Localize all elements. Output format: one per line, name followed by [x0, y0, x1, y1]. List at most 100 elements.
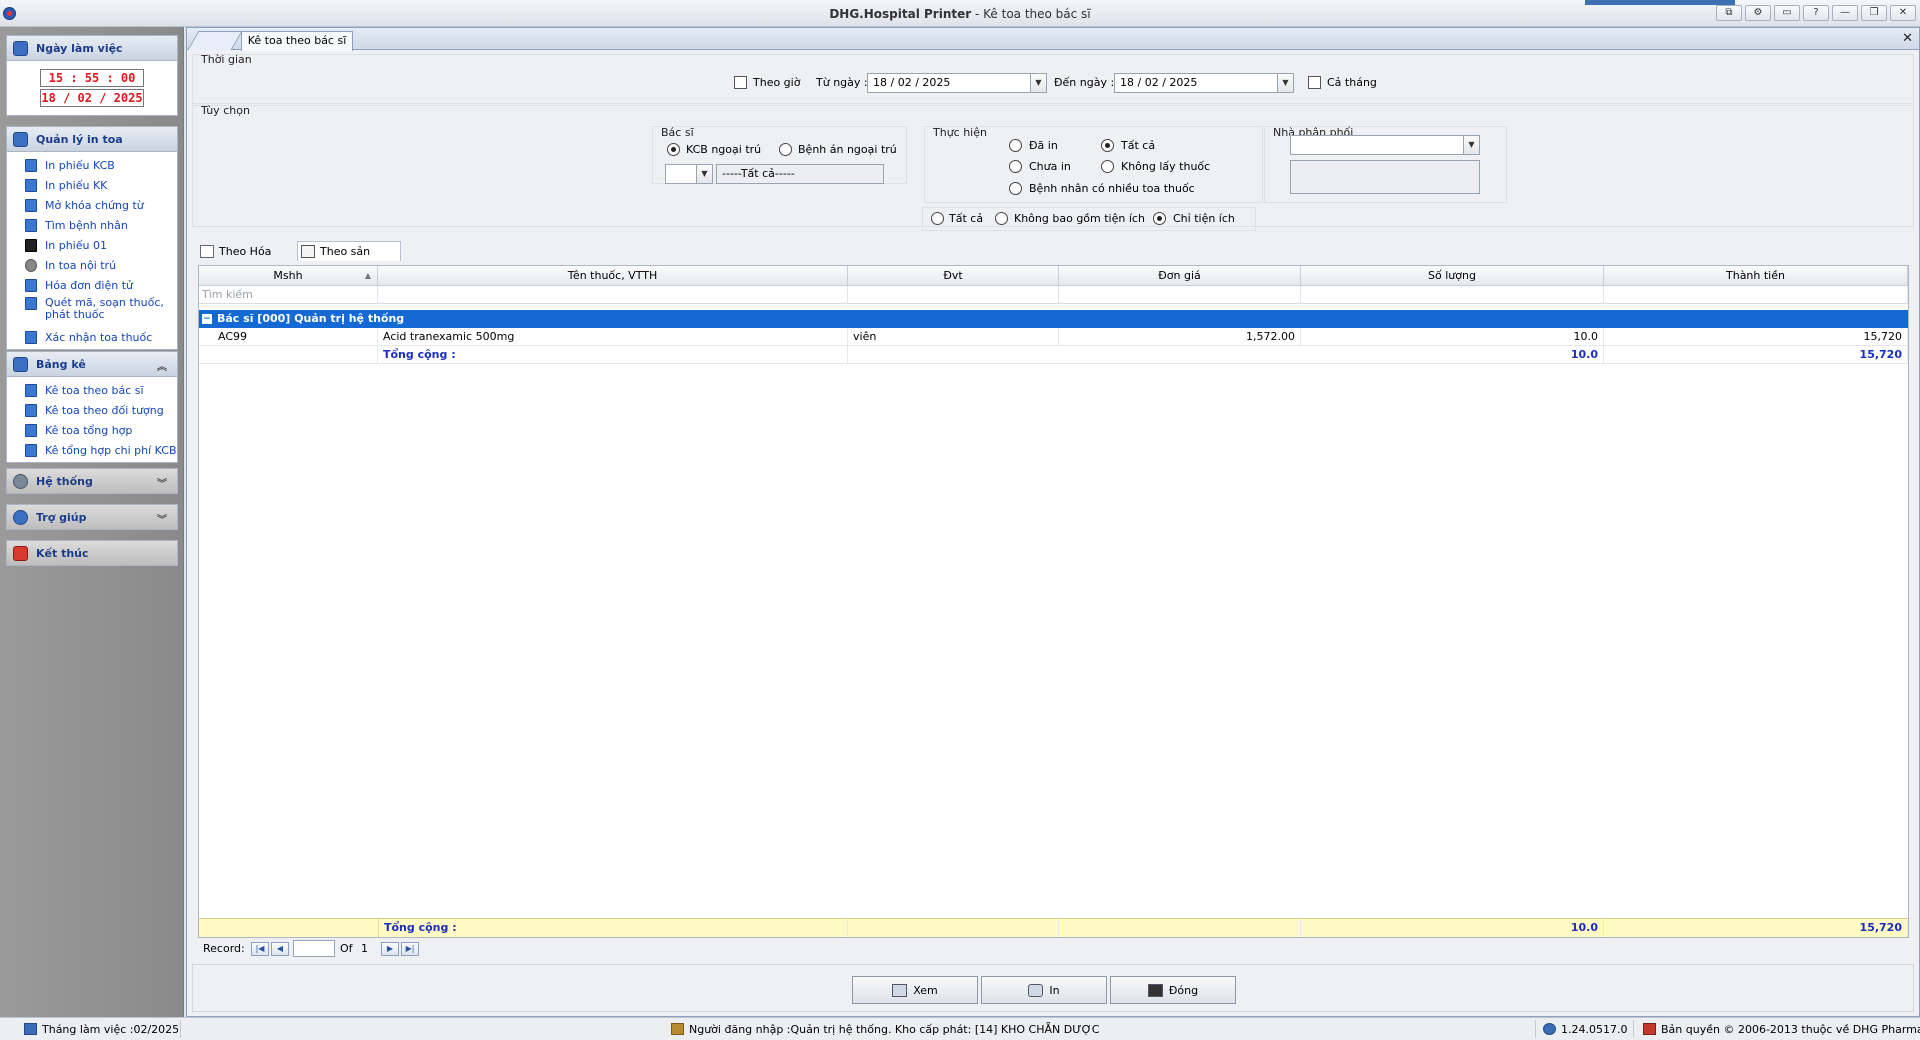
report-icon	[13, 356, 28, 372]
workday-header[interactable]: Ngày làm việc	[6, 35, 178, 61]
exec-all-radio[interactable]	[1101, 139, 1114, 152]
first-record-icon[interactable]: |◀	[251, 942, 269, 956]
whole-month-checkbox[interactable]	[1308, 76, 1321, 89]
exit-header[interactable]: Kết thúc	[6, 540, 178, 566]
prev-record-icon[interactable]: ◀	[271, 942, 289, 956]
cell-mshh: AC99	[213, 328, 378, 346]
sidebar-item-form01[interactable]: In phiếu 01	[7, 235, 177, 255]
by-hour-checkbox[interactable]	[734, 76, 747, 89]
print-button[interactable]: In	[981, 976, 1107, 1004]
chevron-up-icon[interactable]: ︽	[157, 358, 167, 373]
no-take-radio[interactable]	[1101, 160, 1114, 173]
sidebar-item-label: Kê toa theo đối tượng	[45, 403, 164, 417]
users-icon	[671, 1023, 684, 1035]
utility-all-label: Tất cả	[949, 212, 984, 225]
tab-by-product[interactable]: Theo sản phẩm	[297, 241, 401, 278]
chevron-down-icon[interactable]: ▼	[696, 165, 712, 183]
close-button[interactable]: Đóng	[1110, 976, 1236, 1004]
window-layout-icon[interactable]: ▭	[1774, 5, 1800, 21]
version-status: 1.24.0517.0	[1543, 1023, 1627, 1036]
minimize-button[interactable]: —	[1832, 5, 1858, 21]
chevron-down-icon[interactable]: ︾	[157, 475, 167, 490]
sidebar-item-cost-summary[interactable]: Kê tổng hợp chi phí KCB	[7, 440, 177, 460]
search-cell[interactable]	[1604, 286, 1908, 304]
column-header-mshh[interactable]: Mshh ▲	[199, 266, 378, 286]
help-button[interactable]: ?	[1803, 5, 1829, 21]
record-total: 1	[361, 942, 368, 955]
window-cascade-icon[interactable]: ⧉	[1716, 5, 1742, 21]
sidebar-item-einvoice[interactable]: Hóa đơn điện tử	[7, 275, 177, 295]
column-header-price[interactable]: Đơn giá	[1059, 266, 1301, 286]
calendar-dropdown-icon[interactable]: ▼	[1030, 74, 1046, 92]
distributor-select[interactable]: ▼	[1290, 135, 1480, 155]
utility-group: Tất cả Không bao gồm tiện ích Chỉ tiện í…	[922, 207, 1256, 231]
search-cell[interactable]: Tìm kiếm	[199, 286, 378, 304]
reports-header[interactable]: Bảng kê ︽	[6, 351, 178, 377]
restore-button[interactable]: ❐	[1861, 5, 1887, 21]
sidebar-item-kk[interactable]: In phiếu KK	[7, 175, 177, 195]
help-header[interactable]: Trợ giúp ︾	[6, 504, 178, 530]
last-record-icon[interactable]: ▶|	[401, 942, 419, 956]
tab-doctor-report[interactable]: Kê toa theo bác sĩ	[241, 31, 353, 51]
doctor-name-field[interactable]: -----Tất cả-----	[716, 164, 884, 184]
exclude-utility-radio[interactable]	[995, 212, 1008, 225]
sidebar-item-scan[interactable]: Quét mã, soạn thuốc, phát thuốc	[7, 295, 177, 327]
view-button[interactable]: Xem	[852, 976, 978, 1004]
time-group-label: Thời gian	[201, 53, 252, 66]
sidebar-item-summary[interactable]: Kê toa tổng hợp	[7, 420, 177, 440]
status-bar: Tháng làm việc :02/2025 Người đăng nhập …	[0, 1017, 1920, 1040]
workday-title: Ngày làm việc	[36, 41, 123, 55]
search-cell[interactable]	[848, 286, 1059, 304]
kcb-outpatient-radio[interactable]	[667, 143, 680, 156]
sidebar-item-by-object[interactable]: Kê toa theo đối tượng	[7, 400, 177, 420]
printed-radio[interactable]	[1009, 139, 1022, 152]
sidebar-item-label: Kê tổng hợp chi phí KCB	[45, 443, 177, 457]
calendar-dropdown-icon[interactable]: ▼	[1277, 74, 1293, 92]
from-date-field[interactable]: 18 / 02 / 2025 ▼	[867, 73, 1047, 93]
column-header-total[interactable]: Thành tiền	[1604, 266, 1908, 286]
tab-by-invoice[interactable]: Theo Hóa đơn	[197, 242, 295, 278]
sidebar-item-inpatient[interactable]: In toa nội trú	[7, 255, 177, 275]
doctor-name-value: -----Tất cả-----	[722, 167, 795, 180]
doctor-group-row[interactable]: − Bác sĩ [000] Quản trị hệ thống	[199, 310, 1908, 328]
column-header-name[interactable]: Tên thuốc, VTTH	[378, 266, 848, 286]
close-tab-icon[interactable]: ✕	[1902, 31, 1913, 46]
doctor-code-select[interactable]: ▼	[665, 164, 713, 184]
chevron-down-icon[interactable]: ▼	[1463, 136, 1479, 154]
search-cell[interactable]	[378, 286, 848, 304]
document-icon	[25, 423, 37, 437]
time-group: Thời gian Theo giờ Từ ngày : 18 / 02 / 2…	[192, 53, 1914, 104]
print-mgmt-header[interactable]: Quản lý in toa	[6, 126, 178, 152]
multi-prescription-radio[interactable]	[1009, 182, 1022, 195]
system-header[interactable]: Hệ thống ︾	[6, 468, 178, 494]
sidebar-item-kcb[interactable]: In phiếu KCB	[7, 155, 177, 175]
sidebar-item-by-doctor[interactable]: Kê toa theo bác sĩ	[7, 380, 177, 400]
exclude-utility-label: Không bao gồm tiện ích	[1014, 212, 1145, 225]
sidebar-item-label: In phiếu 01	[45, 238, 107, 252]
sort-asc-icon: ▲	[364, 271, 371, 280]
collapse-icon[interactable]: −	[202, 314, 212, 324]
search-cell[interactable]	[1059, 286, 1301, 304]
cell-unit: viên	[848, 328, 1059, 346]
search-cell[interactable]	[1301, 286, 1604, 304]
close-window-button[interactable]: ✕	[1890, 5, 1916, 21]
chevron-down-icon[interactable]: ︾	[157, 511, 167, 526]
sidebar-item-find-patient[interactable]: Tìm bệnh nhân	[7, 215, 177, 235]
sidebar-item-confirm[interactable]: Xác nhận toa thuốc	[7, 327, 177, 347]
flag-icon	[1643, 1023, 1656, 1035]
record-number-input[interactable]	[293, 940, 335, 957]
execution-group: Thực hiện Đã in Tất cả Chưa in Không lấy…	[924, 126, 1263, 203]
window-settings-icon[interactable]: ⚙	[1745, 5, 1771, 21]
table-row[interactable]: AC99 Acid tranexamic 500mg viên 1,572.00…	[199, 328, 1908, 346]
column-header-qty[interactable]: Số lượng	[1301, 266, 1604, 286]
utility-all-radio[interactable]	[931, 212, 944, 225]
sidebar-item-unlock[interactable]: Mở khóa chứng từ	[7, 195, 177, 215]
sidebar-item-label: Quét mã, soạn thuốc, phát thuốc	[45, 296, 164, 321]
to-date-field[interactable]: 18 / 02 / 2025 ▼	[1114, 73, 1294, 93]
outpatient-record-radio[interactable]	[779, 143, 792, 156]
grid-search-row[interactable]: Tìm kiếm	[199, 286, 1908, 304]
not-printed-radio[interactable]	[1009, 160, 1022, 173]
only-utility-radio[interactable]	[1153, 212, 1166, 225]
next-record-icon[interactable]: ▶	[381, 942, 399, 956]
column-header-unit[interactable]: Đvt	[848, 266, 1059, 286]
